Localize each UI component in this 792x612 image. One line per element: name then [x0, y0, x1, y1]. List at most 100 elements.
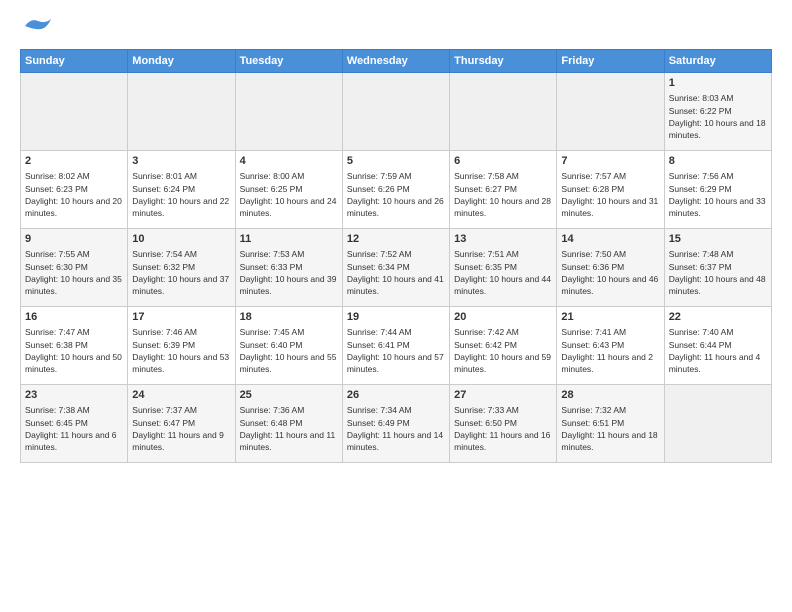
- day-number: 26: [347, 388, 445, 403]
- day-info: Sunrise: 7:38 AM Sunset: 6:45 PM Dayligh…: [25, 404, 123, 453]
- day-info: Sunrise: 7:34 AM Sunset: 6:49 PM Dayligh…: [347, 404, 445, 453]
- day-info: Sunrise: 7:45 AM Sunset: 6:40 PM Dayligh…: [240, 326, 338, 375]
- weekday-header-row: SundayMondayTuesdayWednesdayThursdayFrid…: [21, 50, 772, 73]
- weekday-header-friday: Friday: [557, 50, 664, 73]
- header: [20, 16, 772, 41]
- calendar-cell: 18Sunrise: 7:45 AM Sunset: 6:40 PM Dayli…: [235, 307, 342, 385]
- calendar-cell: 23Sunrise: 7:38 AM Sunset: 6:45 PM Dayli…: [21, 385, 128, 463]
- day-info: Sunrise: 7:40 AM Sunset: 6:44 PM Dayligh…: [669, 326, 767, 375]
- calendar-cell: [342, 73, 449, 151]
- day-number: 4: [240, 154, 338, 169]
- calendar-cell: 16Sunrise: 7:47 AM Sunset: 6:38 PM Dayli…: [21, 307, 128, 385]
- day-info: Sunrise: 7:55 AM Sunset: 6:30 PM Dayligh…: [25, 248, 123, 297]
- day-number: 24: [132, 388, 230, 403]
- day-info: Sunrise: 8:02 AM Sunset: 6:23 PM Dayligh…: [25, 170, 123, 219]
- calendar-cell: 21Sunrise: 7:41 AM Sunset: 6:43 PM Dayli…: [557, 307, 664, 385]
- day-number: 8: [669, 154, 767, 169]
- day-number: 11: [240, 232, 338, 247]
- day-info: Sunrise: 7:57 AM Sunset: 6:28 PM Dayligh…: [561, 170, 659, 219]
- day-info: Sunrise: 7:54 AM Sunset: 6:32 PM Dayligh…: [132, 248, 230, 297]
- day-number: 22: [669, 310, 767, 325]
- calendar-cell: 9Sunrise: 7:55 AM Sunset: 6:30 PM Daylig…: [21, 229, 128, 307]
- day-number: 23: [25, 388, 123, 403]
- calendar-cell: 6Sunrise: 7:58 AM Sunset: 6:27 PM Daylig…: [450, 151, 557, 229]
- calendar-cell: [235, 73, 342, 151]
- weekday-header-tuesday: Tuesday: [235, 50, 342, 73]
- calendar-cell: 4Sunrise: 8:00 AM Sunset: 6:25 PM Daylig…: [235, 151, 342, 229]
- day-info: Sunrise: 7:32 AM Sunset: 6:51 PM Dayligh…: [561, 404, 659, 453]
- day-info: Sunrise: 8:01 AM Sunset: 6:24 PM Dayligh…: [132, 170, 230, 219]
- day-number: 14: [561, 232, 659, 247]
- day-number: 16: [25, 310, 123, 325]
- day-number: 15: [669, 232, 767, 247]
- calendar-cell: 2Sunrise: 8:02 AM Sunset: 6:23 PM Daylig…: [21, 151, 128, 229]
- calendar-cell: 13Sunrise: 7:51 AM Sunset: 6:35 PM Dayli…: [450, 229, 557, 307]
- day-number: 13: [454, 232, 552, 247]
- calendar-cell: 28Sunrise: 7:32 AM Sunset: 6:51 PM Dayli…: [557, 385, 664, 463]
- calendar-cell: 26Sunrise: 7:34 AM Sunset: 6:49 PM Dayli…: [342, 385, 449, 463]
- weekday-header-monday: Monday: [128, 50, 235, 73]
- page-container: SundayMondayTuesdayWednesdayThursdayFrid…: [0, 0, 792, 473]
- day-number: 28: [561, 388, 659, 403]
- calendar-cell: [664, 385, 771, 463]
- day-info: Sunrise: 7:44 AM Sunset: 6:41 PM Dayligh…: [347, 326, 445, 375]
- day-number: 27: [454, 388, 552, 403]
- calendar-cell: 10Sunrise: 7:54 AM Sunset: 6:32 PM Dayli…: [128, 229, 235, 307]
- day-info: Sunrise: 7:48 AM Sunset: 6:37 PM Dayligh…: [669, 248, 767, 297]
- day-info: Sunrise: 7:46 AM Sunset: 6:39 PM Dayligh…: [132, 326, 230, 375]
- day-info: Sunrise: 7:51 AM Sunset: 6:35 PM Dayligh…: [454, 248, 552, 297]
- day-number: 21: [561, 310, 659, 325]
- day-info: Sunrise: 7:37 AM Sunset: 6:47 PM Dayligh…: [132, 404, 230, 453]
- day-number: 17: [132, 310, 230, 325]
- calendar-cell: 25Sunrise: 7:36 AM Sunset: 6:48 PM Dayli…: [235, 385, 342, 463]
- calendar-cell: 5Sunrise: 7:59 AM Sunset: 6:26 PM Daylig…: [342, 151, 449, 229]
- logo: [20, 16, 53, 41]
- day-info: Sunrise: 7:41 AM Sunset: 6:43 PM Dayligh…: [561, 326, 659, 375]
- calendar-week-row: 9Sunrise: 7:55 AM Sunset: 6:30 PM Daylig…: [21, 229, 772, 307]
- day-number: 20: [454, 310, 552, 325]
- day-info: Sunrise: 7:53 AM Sunset: 6:33 PM Dayligh…: [240, 248, 338, 297]
- day-number: 9: [25, 232, 123, 247]
- calendar-cell: 14Sunrise: 7:50 AM Sunset: 6:36 PM Dayli…: [557, 229, 664, 307]
- day-number: 1: [669, 76, 767, 91]
- calendar-cell: 7Sunrise: 7:57 AM Sunset: 6:28 PM Daylig…: [557, 151, 664, 229]
- calendar-cell: 11Sunrise: 7:53 AM Sunset: 6:33 PM Dayli…: [235, 229, 342, 307]
- calendar-week-row: 2Sunrise: 8:02 AM Sunset: 6:23 PM Daylig…: [21, 151, 772, 229]
- weekday-header-sunday: Sunday: [21, 50, 128, 73]
- calendar-cell: 20Sunrise: 7:42 AM Sunset: 6:42 PM Dayli…: [450, 307, 557, 385]
- calendar-cell: 19Sunrise: 7:44 AM Sunset: 6:41 PM Dayli…: [342, 307, 449, 385]
- day-info: Sunrise: 8:00 AM Sunset: 6:25 PM Dayligh…: [240, 170, 338, 219]
- calendar-table: SundayMondayTuesdayWednesdayThursdayFrid…: [20, 49, 772, 463]
- day-number: 3: [132, 154, 230, 169]
- calendar-cell: 12Sunrise: 7:52 AM Sunset: 6:34 PM Dayli…: [342, 229, 449, 307]
- day-info: Sunrise: 7:52 AM Sunset: 6:34 PM Dayligh…: [347, 248, 445, 297]
- calendar-cell: 15Sunrise: 7:48 AM Sunset: 6:37 PM Dayli…: [664, 229, 771, 307]
- calendar-cell: 8Sunrise: 7:56 AM Sunset: 6:29 PM Daylig…: [664, 151, 771, 229]
- day-info: Sunrise: 7:58 AM Sunset: 6:27 PM Dayligh…: [454, 170, 552, 219]
- calendar-cell: 24Sunrise: 7:37 AM Sunset: 6:47 PM Dayli…: [128, 385, 235, 463]
- calendar-week-row: 1Sunrise: 8:03 AM Sunset: 6:22 PM Daylig…: [21, 73, 772, 151]
- day-number: 7: [561, 154, 659, 169]
- day-number: 25: [240, 388, 338, 403]
- day-info: Sunrise: 7:36 AM Sunset: 6:48 PM Dayligh…: [240, 404, 338, 453]
- day-number: 18: [240, 310, 338, 325]
- calendar-week-row: 16Sunrise: 7:47 AM Sunset: 6:38 PM Dayli…: [21, 307, 772, 385]
- day-info: Sunrise: 7:47 AM Sunset: 6:38 PM Dayligh…: [25, 326, 123, 375]
- day-info: Sunrise: 7:56 AM Sunset: 6:29 PM Dayligh…: [669, 170, 767, 219]
- calendar-cell: 3Sunrise: 8:01 AM Sunset: 6:24 PM Daylig…: [128, 151, 235, 229]
- calendar-cell: [21, 73, 128, 151]
- calendar-week-row: 23Sunrise: 7:38 AM Sunset: 6:45 PM Dayli…: [21, 385, 772, 463]
- weekday-header-saturday: Saturday: [664, 50, 771, 73]
- day-number: 10: [132, 232, 230, 247]
- calendar-cell: 17Sunrise: 7:46 AM Sunset: 6:39 PM Dayli…: [128, 307, 235, 385]
- weekday-header-thursday: Thursday: [450, 50, 557, 73]
- day-info: Sunrise: 7:59 AM Sunset: 6:26 PM Dayligh…: [347, 170, 445, 219]
- logo-text: [20, 16, 53, 41]
- day-number: 12: [347, 232, 445, 247]
- day-number: 5: [347, 154, 445, 169]
- calendar-cell: 1Sunrise: 8:03 AM Sunset: 6:22 PM Daylig…: [664, 73, 771, 151]
- calendar-cell: 27Sunrise: 7:33 AM Sunset: 6:50 PM Dayli…: [450, 385, 557, 463]
- calendar-cell: [450, 73, 557, 151]
- day-info: Sunrise: 7:50 AM Sunset: 6:36 PM Dayligh…: [561, 248, 659, 297]
- logo-bird-icon: [23, 16, 53, 41]
